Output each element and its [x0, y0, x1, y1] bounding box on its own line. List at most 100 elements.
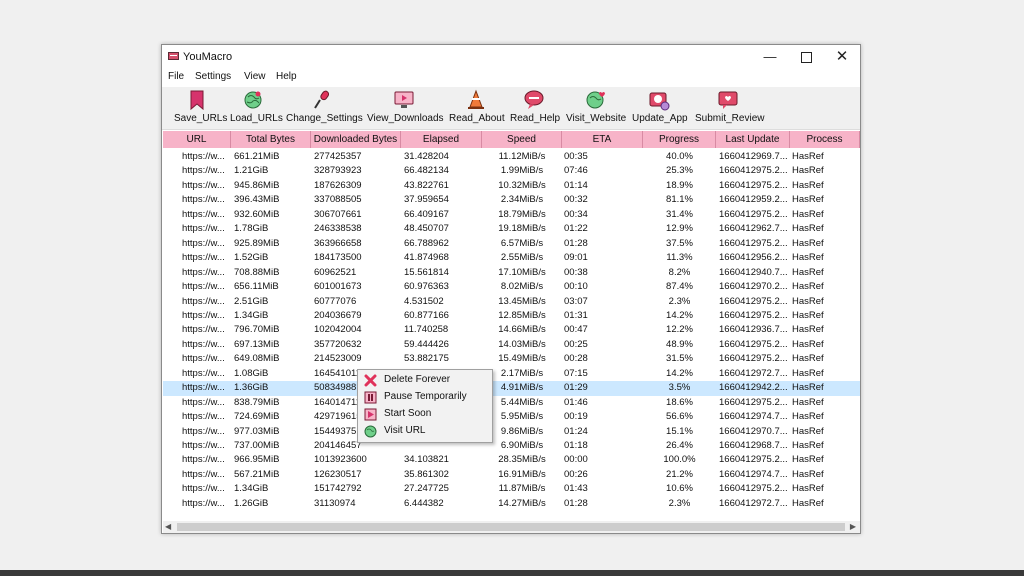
change-settings-button[interactable]: Change_Settings [286, 89, 363, 127]
column-header-eta[interactable]: ETA [562, 131, 643, 148]
cell-eta: 00:38 [564, 266, 588, 278]
cell-downloaded-bytes: 337088505 [314, 194, 362, 206]
update-app-button[interactable]: Update_App [632, 89, 688, 127]
cell-speed: 12.85MiB/s [498, 309, 546, 321]
cell-elapsed: 66.788962 [404, 237, 449, 249]
title-bar[interactable]: YouMacro — ✕ [162, 45, 860, 69]
cell-speed: 6.57MiB/s [500, 237, 544, 249]
cell-process: HasRef [792, 281, 824, 293]
context-menu: Delete Forever Pause Temporarily Start S… [357, 369, 493, 443]
table-row[interactable]: https://w... 1.26GiB 31130974 6.444382 14.27… [163, 497, 860, 511]
table-row[interactable]: https://w... 932.60MiB 306707661 66.409167 1… [163, 208, 860, 222]
scrollbar-thumb[interactable] [177, 523, 845, 531]
cell-last-update: 1660412940.7... [719, 266, 788, 278]
visit-website-button[interactable]: Visit_Website [566, 89, 626, 127]
table-row[interactable]: https://w... 2.51GiB 60777076 4.531502 13.45… [163, 295, 860, 309]
load-urls-button[interactable]: Load_URLs [230, 89, 283, 127]
table-row[interactable]: https://w... 1.34GiB 151742792 27.247725 11.… [163, 482, 860, 496]
table-row[interactable]: https://w... 396.43MiB 337088505 37.959654 2… [163, 193, 860, 207]
cell-total-bytes: 737.00MiB [234, 440, 280, 451]
table-row[interactable]: https://w... 945.86MiB 187626309 43.822761 1… [163, 179, 860, 193]
context-visit-url[interactable]: Visit URL [360, 423, 490, 440]
column-header-speed[interactable]: Speed [482, 131, 562, 148]
scroll-right-icon[interactable]: ▶ [850, 522, 856, 531]
table-row[interactable]: https://w... 656.11MiB 601001673 60.976363 8… [163, 280, 860, 294]
table-row[interactable]: https://w... 1.52GiB 184173500 41.874968 2.5… [163, 251, 860, 265]
bookmark-icon [190, 90, 204, 111]
minimize-button[interactable]: — [750, 45, 790, 69]
cell-url: https://w... [182, 309, 225, 321]
table-row[interactable]: https://w... 1.34GiB 204036679 60.877166 12.… [163, 309, 860, 323]
read-about-button[interactable]: Read_About [449, 89, 505, 127]
menu-view[interactable]: View [244, 71, 266, 82]
cell-url: https://w... [182, 208, 225, 220]
table-row[interactable]: https://w... 966.95MiB 1013923600 34.103821… [163, 453, 860, 467]
table-row[interactable]: https://w... 796.70MiB 102042004 11.740258 1… [163, 323, 860, 337]
cell-speed: 8.02MiB/s [500, 281, 544, 293]
maximize-button[interactable] [786, 45, 826, 69]
cell-last-update: 1660412959.2... [719, 194, 788, 206]
heart-message-icon [718, 91, 738, 109]
context-item-label: Pause Temporarily [384, 391, 467, 402]
cell-progress: 18.6% [666, 396, 693, 408]
cell-downloaded-bytes: 363966658 [314, 237, 362, 249]
view-downloads-button[interactable]: View_Downloads [367, 89, 444, 127]
column-header-last-update[interactable]: Last Update [716, 131, 790, 148]
cell-progress: 11.3% [666, 252, 693, 264]
close-button[interactable]: ✕ [822, 45, 862, 69]
cell-progress: 26.4% [666, 440, 693, 451]
cell-last-update: 1660412970.7... [719, 425, 788, 437]
context-start-soon[interactable]: Start Soon [360, 406, 490, 423]
cell-url: https://w... [182, 425, 225, 437]
cell-eta: 00:35 [564, 151, 588, 162]
menu-settings[interactable]: Settings [195, 71, 231, 82]
submit-review-button[interactable]: Submit_Review [695, 89, 764, 127]
toolbar-label: Save_URLs [174, 113, 228, 124]
table-row[interactable]: https://w... 697.13MiB 357720632 59.444426 1… [163, 338, 860, 352]
cell-url: https://w... [182, 454, 225, 466]
menu-file[interactable]: File [168, 71, 184, 82]
context-item-label: Visit URL [384, 425, 426, 436]
menu-help[interactable]: Help [276, 71, 297, 82]
cell-speed: 5.44MiB/s [500, 396, 544, 408]
delete-x-icon [364, 374, 377, 387]
cell-total-bytes: 1.08GiB [234, 367, 269, 379]
cell-eta: 00:00 [564, 454, 588, 466]
cell-total-bytes: 697.13MiB [234, 338, 280, 350]
column-header-process[interactable]: Process [790, 131, 860, 148]
cell-elapsed: 15.561814 [404, 266, 449, 278]
cell-downloaded-bytes: 601001673 [314, 281, 362, 293]
table-row[interactable]: https://w... 838.79MiB 164014711 5.44MiB/s 0… [163, 396, 860, 410]
column-header-downloaded-bytes[interactable]: Downloaded Bytes [311, 131, 401, 148]
read-help-button[interactable]: Read_Help [510, 89, 560, 127]
cell-downloaded-bytes: 126230517 [314, 468, 362, 480]
table-row[interactable]: https://w... 977.03MiB 154493751 9.86MiB/s 0… [163, 425, 860, 439]
context-pause-temporarily[interactable]: Pause Temporarily [360, 389, 490, 406]
save-urls-button[interactable]: Save_URLs [174, 89, 227, 127]
table-row[interactable]: https://w... 708.88MiB 60962521 15.561814 17… [163, 266, 860, 280]
table-row[interactable]: https://w... 1.21GiB 328793923 66.482134 1.9… [163, 164, 860, 178]
table-row[interactable]: https://w... 1.08GiB 164541011 2.17MiB/s 07:… [163, 367, 860, 381]
cell-progress: 81.1% [666, 194, 693, 206]
cell-process: HasRef [792, 440, 824, 451]
column-header-progress[interactable]: Progress [643, 131, 716, 148]
table-row[interactable]: https://w... 661.21MiB 277425357 31.428204 1… [163, 150, 860, 164]
cell-url: https://w... [182, 281, 225, 293]
table-row[interactable]: https://w... 925.89MiB 363966658 66.788962 6… [163, 237, 860, 251]
scroll-left-icon[interactable]: ◀ [165, 522, 171, 531]
column-header-total-bytes[interactable]: Total Bytes [231, 131, 311, 148]
column-header-url[interactable]: URL [163, 131, 231, 148]
horizontal-scrollbar[interactable]: ◀ ▶ [163, 521, 860, 533]
table-row[interactable]: https://w... 1.78GiB 246338538 48.450707 19.… [163, 222, 860, 236]
table-row[interactable]: https://w... 649.08MiB 214523009 53.882175 1… [163, 352, 860, 366]
column-header-elapsed[interactable]: Elapsed [401, 131, 482, 148]
table-row[interactable]: https://w... 737.00MiB 204146457 6.90MiB/s 0… [163, 439, 860, 453]
cell-total-bytes: 1.36GiB [234, 382, 269, 394]
table-row[interactable]: https://w... 567.21MiB 126230517 35.861302 1… [163, 468, 860, 482]
cell-last-update: 1660412970.2... [719, 281, 788, 293]
context-delete-forever[interactable]: Delete Forever [360, 372, 490, 389]
cell-last-update: 1660412969.7... [719, 151, 788, 162]
cell-total-bytes: 925.89MiB [234, 237, 280, 249]
table-row[interactable]: https://w... 1.36GiB 50834988 4.91MiB/s 01:2… [163, 381, 860, 396]
table-row[interactable]: https://w... 724.69MiB 429719615 5.95MiB/s 0… [163, 410, 860, 424]
